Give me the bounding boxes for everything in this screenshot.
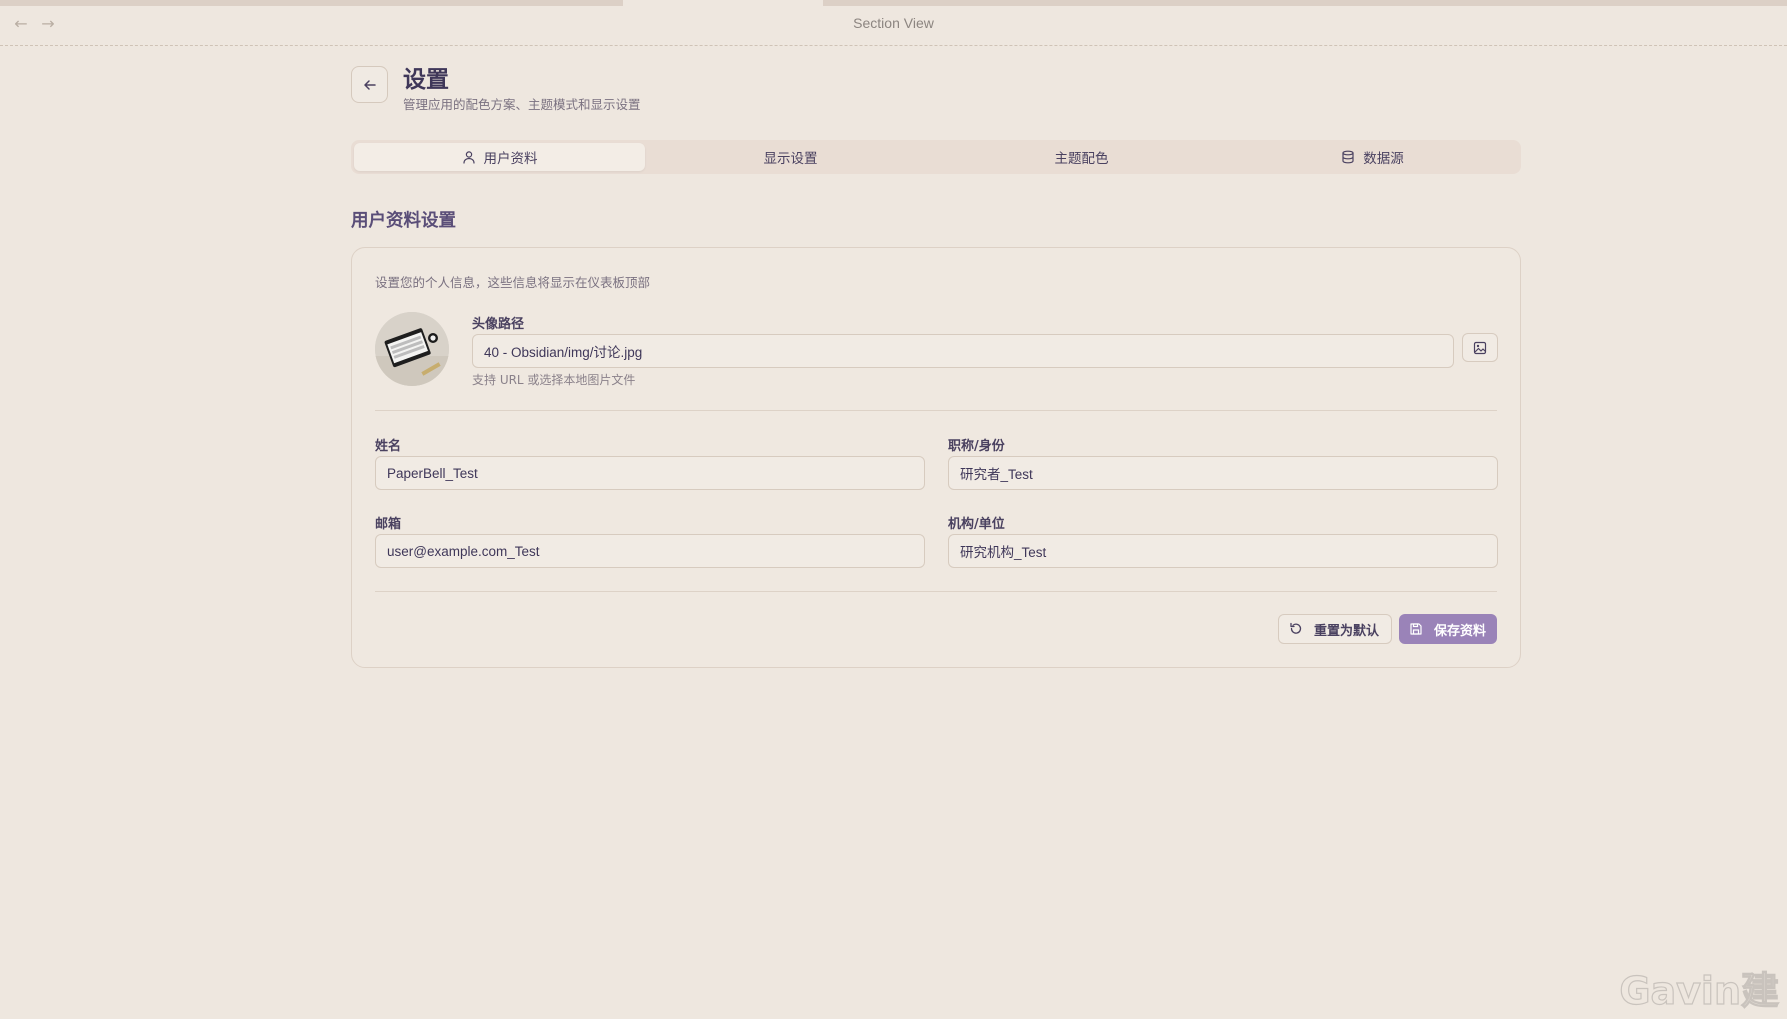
settings-tabs: 用户资料 显示设置 主题配色 数据源 xyxy=(351,140,1521,174)
tab-data-source[interactable]: 数据源 xyxy=(1227,143,1518,171)
avatar-path-label: 头像路径 xyxy=(472,317,525,332)
image-icon xyxy=(1473,341,1487,354)
avatar xyxy=(375,312,449,386)
divider xyxy=(375,591,1497,592)
card-description: 设置您的个人信息，这些信息将显示在仪表板顶部 xyxy=(375,275,651,290)
tab-display-settings[interactable]: 显示设置 xyxy=(645,143,936,171)
org-field[interactable]: 研究机构_Test xyxy=(948,534,1498,568)
name-field[interactable]: PaperBell_Test xyxy=(375,456,925,490)
arrow-left-icon xyxy=(363,79,376,90)
title-bar: ← → Section View xyxy=(0,0,1787,46)
divider xyxy=(375,410,1497,411)
avatar-path-input[interactable]: 40 - Obsidian/img/讨论.jpg xyxy=(472,334,1454,368)
page-title: 设置 xyxy=(403,67,449,93)
save-icon xyxy=(1410,623,1422,635)
choose-image-button[interactable] xyxy=(1462,333,1498,362)
avatar-path-hint: 支持 URL 或选择本地图片文件 xyxy=(472,373,636,387)
section-title: 用户资料设置 xyxy=(351,211,456,231)
user-icon xyxy=(462,151,475,164)
role-label: 职称/身份 xyxy=(948,439,1005,454)
database-icon xyxy=(1342,150,1354,164)
save-profile-button[interactable]: 保存资料 xyxy=(1399,614,1497,644)
reset-label: 重置为默认 xyxy=(1314,623,1380,639)
window-title: Section View xyxy=(853,15,934,31)
page-subtitle: 管理应用的配色方案、主题模式和显示设置 xyxy=(403,97,641,112)
tab-label: 显示设置 xyxy=(763,151,818,167)
watermark-logo: Gavin建 xyxy=(1619,968,1780,1013)
avatar-image xyxy=(375,312,449,386)
tab-theme-colors[interactable]: 主题配色 xyxy=(936,143,1227,171)
name-label: 姓名 xyxy=(375,439,402,454)
org-label: 机构/单位 xyxy=(948,517,1005,532)
save-label: 保存资料 xyxy=(1434,623,1487,639)
tab-label: 用户资料 xyxy=(483,151,538,167)
back-button[interactable] xyxy=(351,66,388,103)
email-field[interactable]: user@example.com_Test xyxy=(375,534,925,568)
profile-card: 设置您的个人信息，这些信息将显示在仪表板顶部 头像路径 40 - Obsidia… xyxy=(351,247,1521,668)
tab-user-profile[interactable]: 用户资料 xyxy=(354,143,645,171)
tab-label: 数据源 xyxy=(1363,151,1404,167)
role-field[interactable]: 研究者_Test xyxy=(948,456,1498,490)
tab-label: 主题配色 xyxy=(1054,151,1109,167)
reset-icon xyxy=(1290,622,1302,634)
reset-default-button[interactable]: 重置为默认 xyxy=(1278,614,1392,644)
email-label: 邮箱 xyxy=(375,517,402,532)
